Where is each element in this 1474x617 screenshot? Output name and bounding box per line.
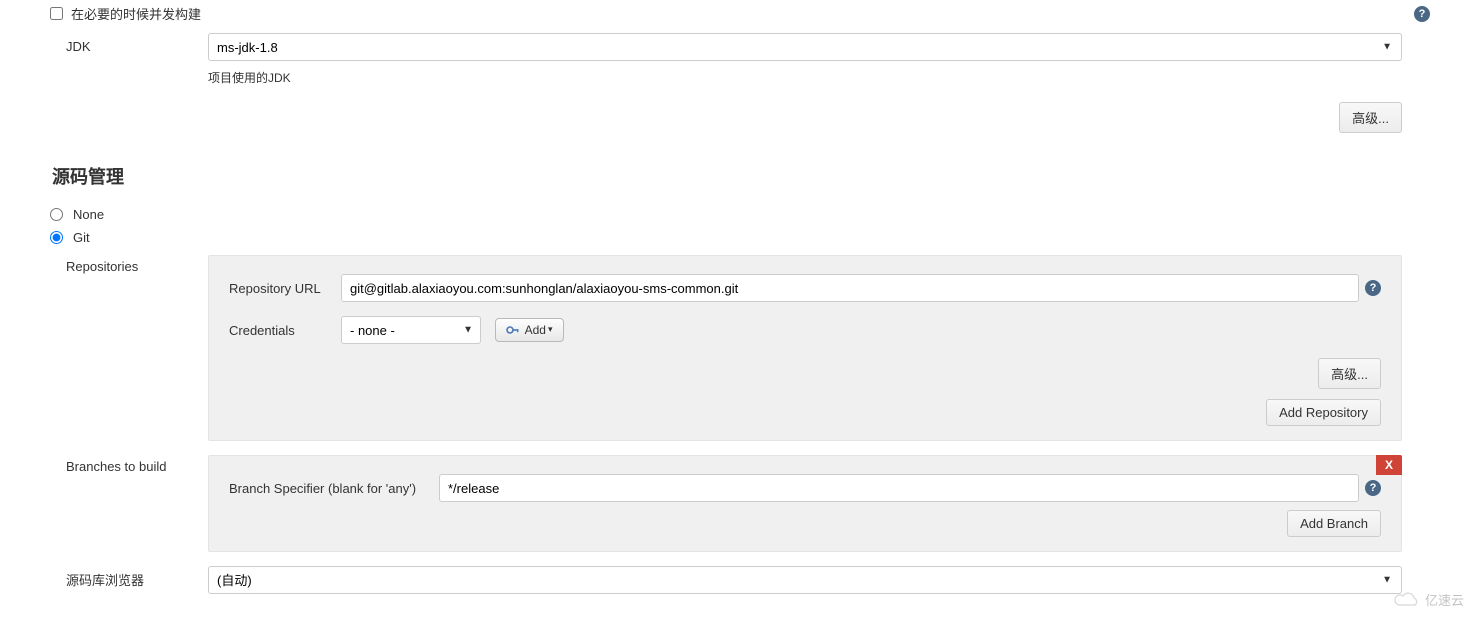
dropdown-caret-icon: ▾: [548, 324, 553, 335]
concurrent-build-checkbox[interactable]: [50, 7, 63, 20]
repositories-label: Repositories: [8, 255, 208, 274]
branch-specifier-label: Branch Specifier (blank for 'any'): [229, 481, 439, 496]
add-credentials-label: Add: [525, 323, 546, 337]
scm-none-radio[interactable]: [50, 208, 63, 221]
repo-browser-select[interactable]: (自动): [208, 566, 1402, 594]
branch-block: X Branch Specifier (blank for 'any') ? A…: [208, 455, 1402, 552]
branches-label: Branches to build: [8, 455, 208, 474]
scm-git-label: Git: [73, 230, 90, 245]
repo-browser-label: 源码库浏览器: [8, 566, 208, 589]
add-credentials-button[interactable]: Add▾: [495, 318, 564, 342]
key-icon: [506, 325, 520, 335]
repo-advanced-button[interactable]: 高级...: [1318, 358, 1381, 389]
help-icon[interactable]: ?: [1365, 280, 1381, 296]
add-repository-button[interactable]: Add Repository: [1266, 399, 1381, 426]
scm-heading: 源码管理: [8, 151, 1466, 203]
scm-none-label: None: [73, 207, 104, 222]
scm-git-radio[interactable]: [50, 231, 63, 244]
jdk-hint: 项目使用的JDK: [8, 69, 1466, 86]
repo-url-input[interactable]: [341, 274, 1359, 302]
help-icon[interactable]: ?: [1365, 480, 1381, 496]
jdk-label: JDK: [8, 33, 208, 54]
repository-block: Repository URL ? Credentials - none -: [208, 255, 1402, 441]
concurrent-build-label: 在必要的时候并发构建: [71, 4, 201, 23]
watermark: 亿速云: [1393, 590, 1464, 609]
credentials-label: Credentials: [229, 323, 341, 338]
credentials-select[interactable]: - none -: [341, 316, 481, 344]
delete-branch-button[interactable]: X: [1376, 455, 1402, 475]
branch-specifier-input[interactable]: [439, 474, 1359, 502]
advanced-button[interactable]: 高级...: [1339, 102, 1402, 133]
repo-url-label: Repository URL: [229, 281, 341, 296]
jdk-select[interactable]: ms-jdk-1.8: [208, 33, 1402, 61]
help-icon[interactable]: ?: [1414, 6, 1430, 22]
add-branch-button[interactable]: Add Branch: [1287, 510, 1381, 537]
